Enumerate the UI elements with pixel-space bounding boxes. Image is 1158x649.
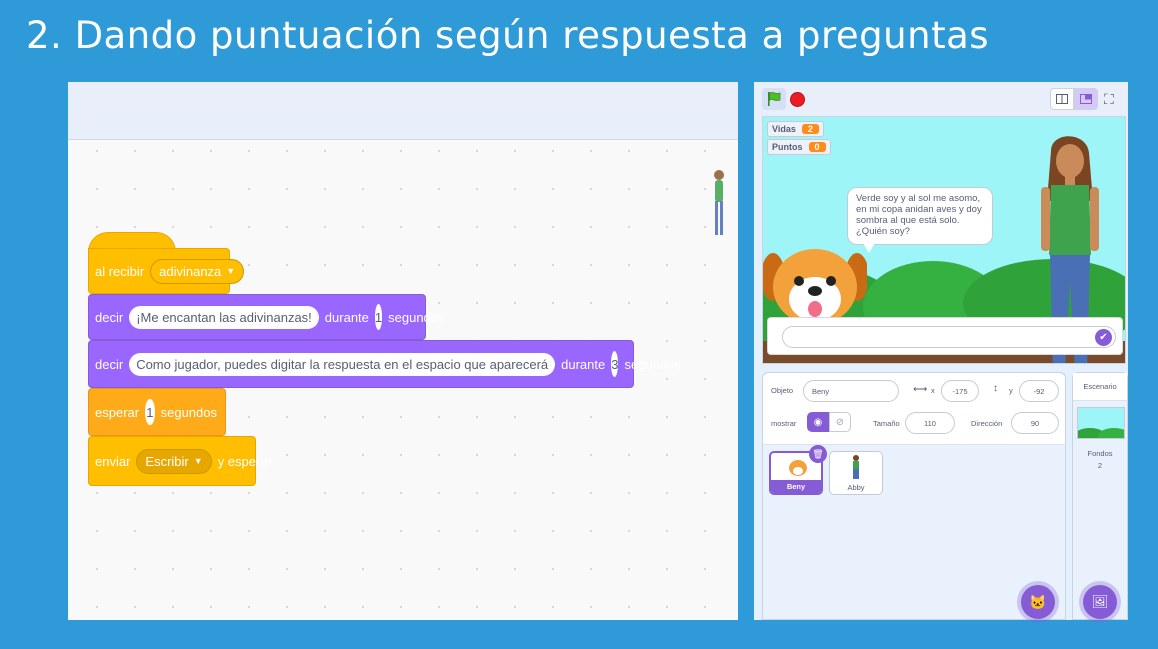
during-label: durante xyxy=(561,356,606,372)
seconds-label: segundos xyxy=(388,309,445,325)
backdrops-label: Fondos xyxy=(1087,449,1113,458)
backdrop-hills-icon xyxy=(1078,428,1124,438)
small-stage-icon xyxy=(1056,94,1068,104)
scratch-stage-panel: ⛶ Vidas 2 Puntos 0 Verde soy y al sol me… xyxy=(754,82,1128,620)
monitor-value: 0 xyxy=(808,142,826,152)
wait-block[interactable]: esperar 1 segundos xyxy=(88,388,226,436)
large-stage-icon xyxy=(1080,94,1092,104)
variable-monitor-lives: Vidas 2 xyxy=(767,121,824,137)
say-for-secs-block-2[interactable]: decir Como jugador, puedes digitar la re… xyxy=(88,340,681,388)
eye-icon: ◉ xyxy=(813,416,823,428)
green-flag-button[interactable] xyxy=(762,88,786,110)
show-label: mostrar xyxy=(771,419,797,428)
sprite-name-input[interactable]: Beny xyxy=(803,380,899,402)
small-stage-button[interactable] xyxy=(1050,88,1074,110)
add-backdrop-icon[interactable]: 🖼 xyxy=(1083,585,1117,619)
large-stage-button[interactable] xyxy=(1074,88,1098,110)
backdrops-count: 2 xyxy=(1097,461,1103,470)
y-label: y xyxy=(1009,386,1013,395)
chevron-down-icon: ▼ xyxy=(193,456,203,466)
say-for-secs-block-1[interactable]: decir ¡Me encantan las adivinanzas! dura… xyxy=(88,294,445,340)
add-sprite-icon[interactable]: 🐱 xyxy=(1021,585,1055,619)
stage-target-pane[interactable]: Escenario Fondos 2 🖼 xyxy=(1072,372,1128,620)
variable-monitor-points: Puntos 0 xyxy=(767,139,831,155)
direction-input[interactable]: 90 xyxy=(1011,412,1059,434)
abby-thumbnail-icon xyxy=(853,455,859,479)
object-label: Objeto xyxy=(771,386,794,395)
beny-dog-sprite[interactable] xyxy=(763,247,867,325)
code-area-toolbar xyxy=(68,82,738,140)
x-label: x xyxy=(931,386,935,395)
monitor-label: Puntos xyxy=(772,142,803,152)
when-i-receive-label: al recibir xyxy=(95,263,145,279)
eye-off-icon: ⊘ xyxy=(835,416,845,428)
monitor-value: 2 xyxy=(801,124,819,134)
say-label: decir xyxy=(95,309,124,325)
say-label: decir xyxy=(95,356,124,372)
size-input[interactable]: 110 xyxy=(905,412,955,434)
stage-pane-title: Escenario xyxy=(1073,373,1127,401)
wait-secs-input[interactable]: 1 xyxy=(145,399,155,425)
broadcast-label: enviar xyxy=(95,453,131,469)
message-dropdown[interactable]: adivinanza ▼ xyxy=(150,258,245,284)
show-visible-button[interactable]: ◉ xyxy=(807,412,829,432)
broadcast-message-value: Escribir xyxy=(145,453,189,469)
direction-label: Dirección xyxy=(971,419,1003,428)
secs-input[interactable]: 1 xyxy=(374,304,383,330)
slide-title: 2. Dando puntuación según respuesta a pr… xyxy=(26,14,990,57)
answer-input[interactable]: ✔ xyxy=(782,326,1116,348)
when-i-receive-block[interactable]: al recibir adivinanza ▼ xyxy=(88,248,245,294)
code-area[interactable]: al recibir adivinanza ▼ decir ¡Me encant… xyxy=(68,82,738,620)
ask-prompt-box: ✔ xyxy=(767,317,1123,355)
wait-label: esperar xyxy=(95,404,140,420)
sprite-tile-name: Abby xyxy=(847,483,865,492)
green-flag-icon xyxy=(768,92,781,106)
beny-thumbnail-icon xyxy=(789,460,807,476)
fullscreen-icon[interactable]: ⛶ xyxy=(1104,91,1114,108)
speech-bubble: Verde soy y al sol me asomo, en mi copa … xyxy=(847,187,993,245)
say-text-input[interactable]: ¡Me encantan las adivinanzas! xyxy=(129,305,319,329)
sprite-pane: Objeto Beny ⟷ x -175 ↕ y -92 mostrar ◉ ⊘… xyxy=(762,372,1066,620)
broadcast-and-wait-block[interactable]: enviar Escribir ▼ y esperar xyxy=(88,436,272,486)
stop-icon[interactable] xyxy=(790,92,805,107)
y-arrows-icon: ↕ xyxy=(993,383,998,394)
sprite-tile-abby[interactable]: Abby xyxy=(829,451,883,495)
x-arrows-icon: ⟷ xyxy=(913,384,928,395)
check-icon[interactable]: ✔ xyxy=(1095,329,1112,346)
during-label: durante xyxy=(324,309,369,325)
chevron-down-icon: ▼ xyxy=(226,266,236,276)
stage-canvas[interactable]: Vidas 2 Puntos 0 Verde soy y al sol me a… xyxy=(762,116,1126,364)
size-label: Tamaño xyxy=(873,419,900,428)
x-input[interactable]: -175 xyxy=(941,380,979,402)
sprite-tile-name: Beny xyxy=(771,480,821,493)
seconds-label: segundos xyxy=(624,356,681,372)
message-dropdown-value: adivinanza xyxy=(159,263,222,279)
broadcast-message-dropdown[interactable]: Escribir ▼ xyxy=(136,448,212,474)
seconds-label: segundos xyxy=(160,404,217,420)
monitor-label: Vidas xyxy=(772,124,796,134)
sprite-preview-abby-icon xyxy=(714,170,724,235)
show-hidden-button[interactable]: ⊘ xyxy=(829,412,851,432)
stage-toolbar: ⛶ xyxy=(754,82,1128,116)
y-input[interactable]: -92 xyxy=(1019,380,1059,402)
sprite-info-panel: Objeto Beny ⟷ x -175 ↕ y -92 mostrar ◉ ⊘… xyxy=(763,373,1065,445)
and-wait-label: y esperar xyxy=(217,453,272,469)
secs-input[interactable]: 3 xyxy=(611,351,619,377)
backdrop-thumbnail[interactable] xyxy=(1077,407,1125,439)
trash-icon[interactable]: 🗑 xyxy=(809,445,827,463)
say-text-input[interactable]: Como jugador, puedes digitar la respuest… xyxy=(129,352,556,376)
